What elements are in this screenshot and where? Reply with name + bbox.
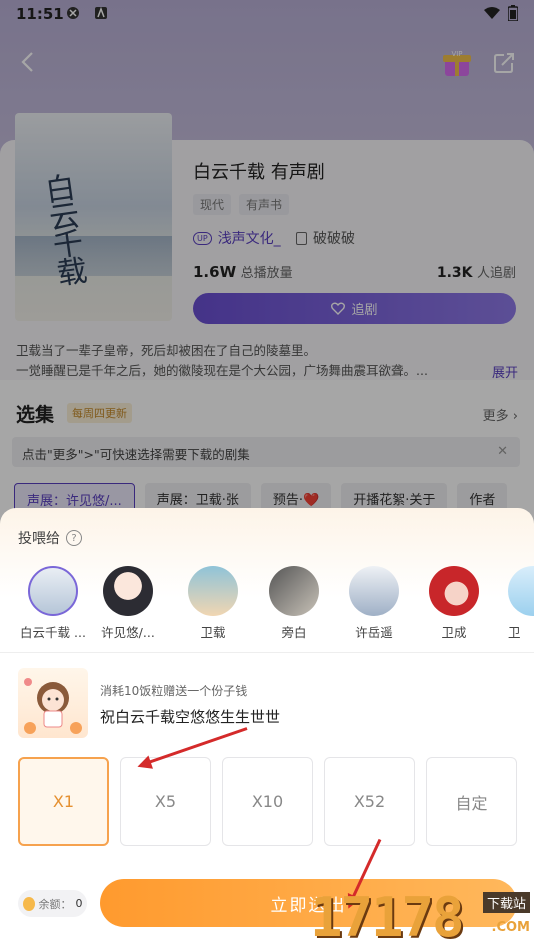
watermark-domain: .COM: [491, 920, 530, 935]
recipient-name: 旁白: [281, 625, 307, 640]
recipient-list: 白云千载 ... 许见悠/... 卫载 旁白 许岳遥 卫成 卫: [0, 566, 534, 646]
balance-label: 余额：: [38, 897, 72, 911]
recipient-name: 许岳遥: [355, 625, 393, 640]
watermark-number: 17178: [310, 886, 465, 949]
recipient-item[interactable]: 卫成: [418, 566, 490, 641]
recipient-name: 许见悠/...: [101, 625, 155, 640]
site-watermark: 17178 下载站 .COM: [310, 882, 534, 950]
quantity-option-x5[interactable]: X5: [120, 757, 211, 846]
avatar: [269, 566, 319, 616]
recipient-item[interactable]: 许岳遥: [338, 566, 410, 641]
gift-cost: 消耗10饭粒赠送一个份子钱: [100, 684, 248, 698]
gift-message: 祝白云千载空悠悠生生世世: [100, 708, 281, 726]
avatar: [188, 566, 238, 616]
quantity-option-custom[interactable]: 自定: [426, 757, 517, 846]
avatar: [28, 566, 78, 616]
divider: [0, 652, 534, 653]
recipient-name: 卫成: [441, 625, 467, 640]
quantity-option-x1[interactable]: X1: [18, 757, 109, 846]
balance-chip[interactable]: 余额： 0: [18, 890, 87, 917]
watermark-tag: 下载站: [482, 892, 530, 913]
recipient-name: 白云千载 ...: [20, 625, 86, 640]
recipient-item[interactable]: 白云千载 ...: [17, 566, 89, 641]
balance-value: 0: [75, 897, 83, 910]
quantity-option-x52[interactable]: X52: [324, 757, 415, 846]
quantity-options: X1 X5 X10 X52 自定: [18, 757, 517, 846]
recipient-item[interactable]: 旁白: [258, 566, 330, 641]
help-icon[interactable]: ?: [66, 530, 82, 546]
avatar: [349, 566, 399, 616]
recipient-item[interactable]: 许见悠/...: [92, 566, 164, 641]
gift-sheet-title: 投喂给 ?: [18, 528, 82, 548]
quantity-option-x10[interactable]: X10: [222, 757, 313, 846]
avatar: [429, 566, 479, 616]
recipient-name: 卫: [508, 625, 521, 640]
gift-character-icon: [24, 678, 82, 734]
recipient-item[interactable]: 卫载: [177, 566, 249, 641]
avatar: [103, 566, 153, 616]
coin-icon: [22, 896, 35, 911]
recipient-name: 卫载: [200, 625, 226, 640]
gift-sheet-title-text: 投喂给: [18, 531, 60, 547]
recipient-item[interactable]: 卫: [496, 566, 534, 641]
gift-image: [18, 668, 88, 738]
avatar: [508, 566, 534, 616]
